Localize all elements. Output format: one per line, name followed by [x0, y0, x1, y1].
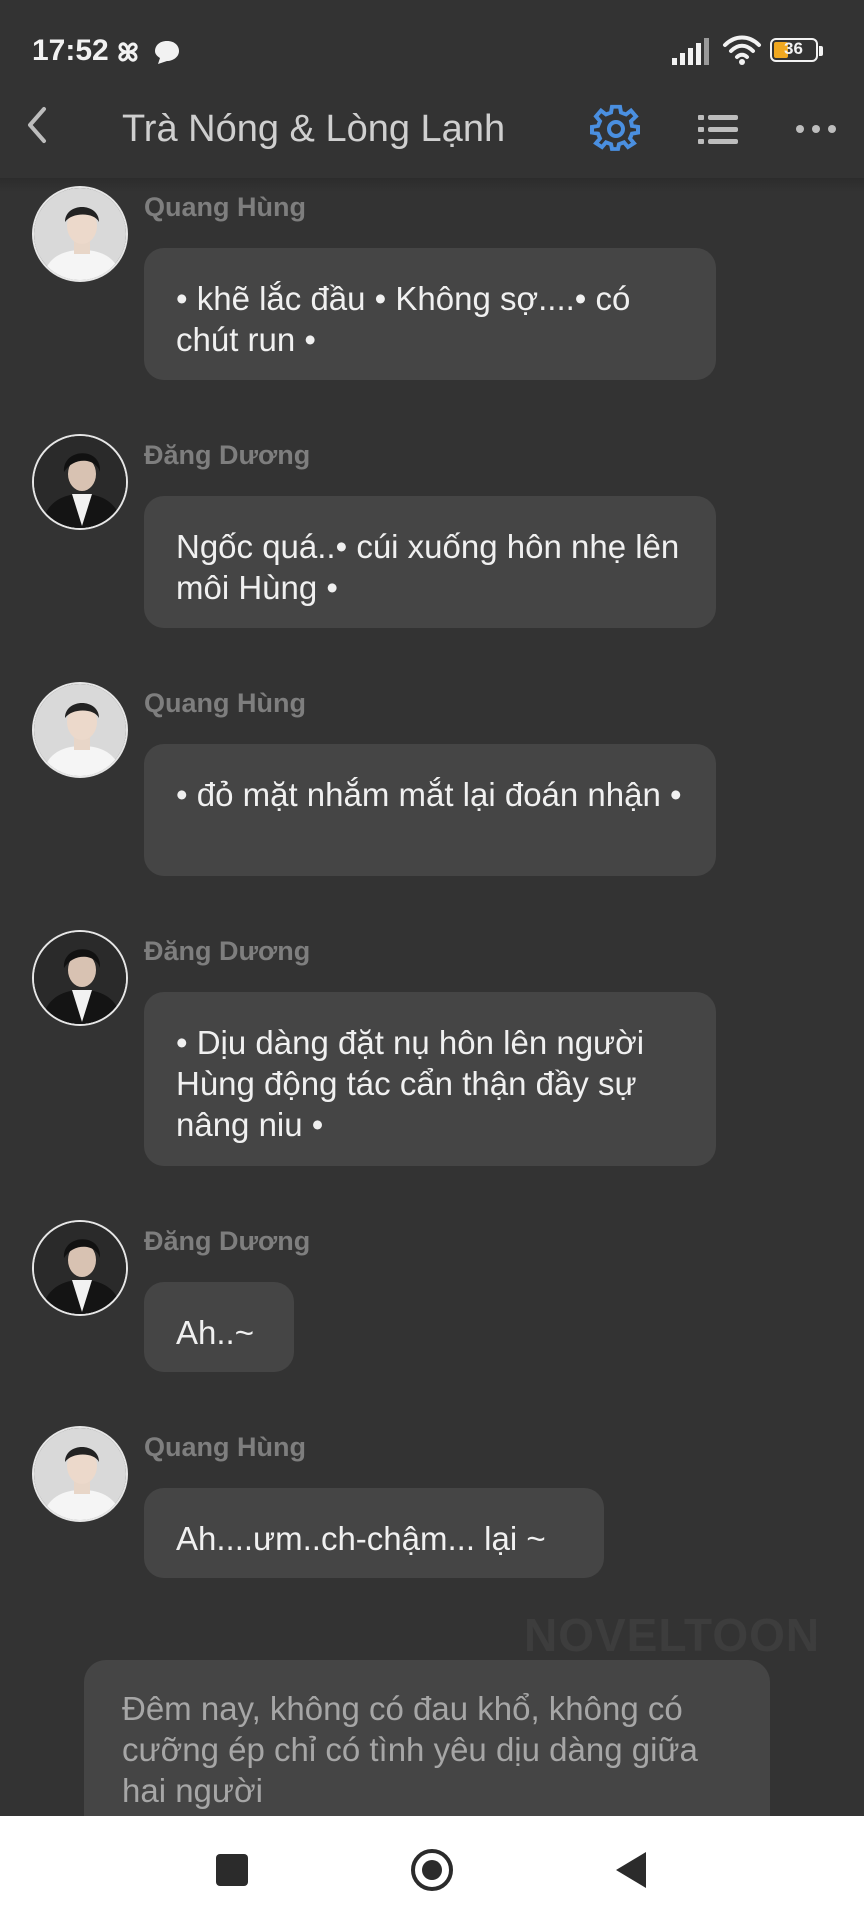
sender-name: Quang Hùng — [144, 1432, 306, 1462]
message-bubble[interactable]: Ngốc quá..• cúi xuống hôn nhẹ lên môi Hù… — [144, 496, 716, 628]
pinwheel-icon — [118, 42, 138, 62]
sender-name: Quang Hùng — [144, 192, 306, 222]
avatar-photo — [34, 684, 126, 776]
recent-apps-square-icon[interactable] — [208, 1846, 256, 1894]
message-bubble[interactable]: • Dịu dàng đặt nụ hôn lên người Hùng độn… — [144, 992, 716, 1166]
avatar-photo — [34, 932, 126, 1024]
message-bubble[interactable]: • khẽ lắc đầu • Không sợ....• có chút ru… — [144, 248, 716, 380]
avatar-dang-duong[interactable] — [32, 930, 128, 1026]
sender-name: Quang Hùng — [144, 688, 306, 718]
page-title: Trà Nóng & Lòng Lạnh — [122, 108, 506, 150]
chat-bubble-icon — [155, 41, 179, 64]
avatar-quang-hung[interactable] — [32, 1426, 128, 1522]
battery-icon: 36 — [770, 38, 824, 64]
avatar-photo — [34, 188, 126, 280]
message-bubble[interactable]: • đỏ mặt nhắm mắt lại đoán nhận • — [144, 744, 716, 876]
avatar-photo — [34, 436, 126, 528]
back-icon[interactable] — [18, 103, 62, 147]
settings-gear-icon[interactable] — [590, 103, 642, 155]
avatar-quang-hung[interactable] — [32, 682, 128, 778]
sender-name: Đăng Dương — [144, 1226, 311, 1256]
narration-bubble[interactable]: Đêm nay, không có đau khổ, không có cưỡn… — [84, 1660, 770, 1820]
message-bubble[interactable]: Ah..~ — [144, 1282, 294, 1372]
watermark: NOVELTOON — [524, 1609, 821, 1661]
avatar-dang-duong[interactable] — [32, 434, 128, 530]
status-time: 17:52 — [32, 34, 109, 67]
battery-level: 36 — [784, 39, 803, 58]
avatar-dang-duong[interactable] — [32, 1220, 128, 1316]
avatar-quang-hung[interactable] — [32, 186, 128, 282]
list-icon[interactable] — [692, 103, 744, 155]
message-bubble[interactable]: Ah....ưm..ch-chậm... lại ~ — [144, 1488, 604, 1578]
more-icon[interactable] — [790, 103, 842, 155]
header-shadow — [0, 178, 864, 192]
home-circle-icon[interactable] — [408, 1846, 456, 1894]
sender-name: Đăng Dương — [144, 440, 311, 470]
avatar-photo — [34, 1428, 126, 1520]
back-triangle-icon[interactable] — [608, 1846, 656, 1894]
wifi-icon — [723, 35, 761, 65]
sender-name: Đăng Dương — [144, 936, 311, 966]
signal-icon — [672, 38, 709, 65]
avatar-photo — [34, 1222, 126, 1314]
